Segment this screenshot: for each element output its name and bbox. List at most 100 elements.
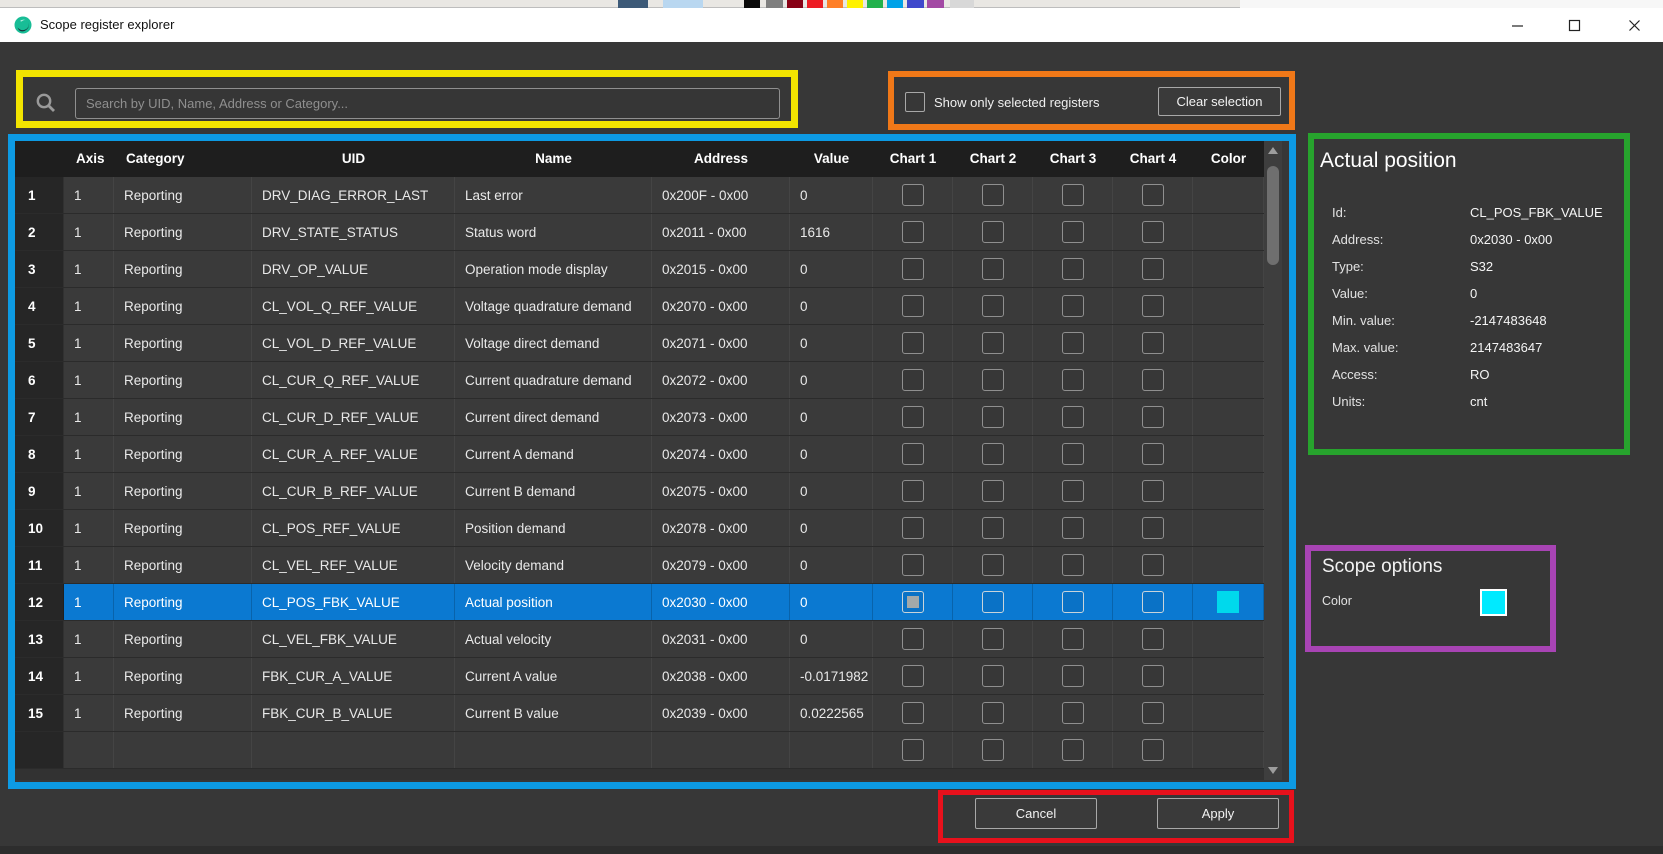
chart1-checkbox[interactable] bbox=[902, 443, 924, 465]
scroll-down-button[interactable] bbox=[1264, 762, 1282, 778]
chart3-checkbox[interactable] bbox=[1062, 554, 1084, 576]
chart2-checkbox[interactable] bbox=[982, 406, 1004, 428]
chart2-checkbox[interactable] bbox=[982, 295, 1004, 317]
chart2-checkbox[interactable] bbox=[982, 480, 1004, 502]
chart1-checkbox[interactable] bbox=[902, 406, 924, 428]
table-row[interactable]: 61ReportingCL_CUR_Q_REF_VALUECurrent qua… bbox=[14, 362, 1264, 399]
chart2-cell bbox=[953, 436, 1033, 472]
scrollbar-thumb[interactable] bbox=[1267, 166, 1279, 265]
chart3-checkbox[interactable] bbox=[1062, 480, 1084, 502]
table-row[interactable]: 81ReportingCL_CUR_A_REF_VALUECurrent A d… bbox=[14, 436, 1264, 473]
row-color-swatch[interactable] bbox=[1217, 591, 1239, 613]
chart3-checkbox[interactable] bbox=[1062, 406, 1084, 428]
chart3-checkbox[interactable] bbox=[1062, 369, 1084, 391]
minimize-button[interactable] bbox=[1497, 8, 1537, 42]
row-number-cell: 3 bbox=[14, 251, 64, 287]
chart3-checkbox[interactable] bbox=[1062, 295, 1084, 317]
table-row[interactable]: 41ReportingCL_VOL_Q_REF_VALUEVoltage qua… bbox=[14, 288, 1264, 325]
chart4-checkbox[interactable] bbox=[1142, 628, 1164, 650]
details-field-value: 2147483647 bbox=[1470, 340, 1620, 355]
table-row[interactable]: 21ReportingDRV_STATE_STATUSStatus word0x… bbox=[14, 214, 1264, 251]
chart3-checkbox[interactable] bbox=[1062, 332, 1084, 354]
chart2-checkbox[interactable] bbox=[982, 443, 1004, 465]
chart1-checkbox[interactable] bbox=[902, 591, 924, 613]
table-row[interactable]: 121ReportingCL_POS_FBK_VALUEActual posit… bbox=[14, 584, 1264, 621]
table-row[interactable]: 31ReportingDRV_OP_VALUEOperation mode di… bbox=[14, 251, 1264, 288]
chart4-checkbox[interactable] bbox=[1142, 665, 1164, 687]
chart1-checkbox[interactable] bbox=[902, 702, 924, 724]
chart3-checkbox[interactable] bbox=[1062, 665, 1084, 687]
table-row[interactable]: 101ReportingCL_POS_REF_VALUEPosition dem… bbox=[14, 510, 1264, 547]
chart2-checkbox[interactable] bbox=[982, 702, 1004, 724]
chart1-checkbox[interactable] bbox=[902, 517, 924, 539]
chart4-checkbox[interactable] bbox=[1142, 221, 1164, 243]
clear-selection-button[interactable]: Clear selection bbox=[1158, 87, 1281, 116]
chart1-checkbox[interactable] bbox=[902, 369, 924, 391]
chart4-checkbox[interactable] bbox=[1142, 591, 1164, 613]
chart1-checkbox[interactable] bbox=[902, 554, 924, 576]
chart4-checkbox[interactable] bbox=[1142, 517, 1164, 539]
show-only-selected-checkbox[interactable] bbox=[905, 92, 925, 112]
cancel-button[interactable]: Cancel bbox=[975, 798, 1097, 829]
chart4-checkbox[interactable] bbox=[1142, 554, 1164, 576]
chart4-checkbox[interactable] bbox=[1142, 369, 1164, 391]
chart1-checkbox[interactable] bbox=[902, 221, 924, 243]
chart2-checkbox[interactable] bbox=[982, 591, 1004, 613]
chart2-checkbox[interactable] bbox=[982, 221, 1004, 243]
chart3-checkbox[interactable] bbox=[1062, 702, 1084, 724]
scope-color-swatch[interactable] bbox=[1480, 589, 1507, 616]
category-cell: Reporting bbox=[114, 214, 252, 250]
table-row[interactable]: 91ReportingCL_CUR_B_REF_VALUECurrent B d… bbox=[14, 473, 1264, 510]
table-row[interactable]: 111ReportingCL_VEL_REF_VALUEVelocity dem… bbox=[14, 547, 1264, 584]
chart2-checkbox[interactable] bbox=[982, 554, 1004, 576]
chart4-checkbox[interactable] bbox=[1142, 443, 1164, 465]
chart4-checkbox[interactable] bbox=[1142, 702, 1164, 724]
table-row[interactable]: 51ReportingCL_VOL_D_REF_VALUEVoltage dir… bbox=[14, 325, 1264, 362]
chart4-checkbox[interactable] bbox=[1142, 480, 1164, 502]
chart1-checkbox[interactable] bbox=[902, 480, 924, 502]
chart1-checkbox[interactable] bbox=[902, 665, 924, 687]
chart1-checkbox[interactable] bbox=[902, 295, 924, 317]
table-row-partial[interactable] bbox=[14, 732, 1264, 769]
chart3-checkbox[interactable] bbox=[1062, 739, 1084, 761]
chart1-checkbox[interactable] bbox=[902, 258, 924, 280]
chart2-checkbox[interactable] bbox=[982, 739, 1004, 761]
chart4-checkbox[interactable] bbox=[1142, 295, 1164, 317]
close-button[interactable] bbox=[1614, 8, 1654, 42]
chart2-checkbox[interactable] bbox=[982, 628, 1004, 650]
scroll-up-button[interactable] bbox=[1264, 142, 1282, 158]
chart1-checkbox[interactable] bbox=[902, 332, 924, 354]
chart3-checkbox[interactable] bbox=[1062, 517, 1084, 539]
chart2-checkbox[interactable] bbox=[982, 369, 1004, 391]
chart2-checkbox[interactable] bbox=[982, 665, 1004, 687]
chart4-checkbox[interactable] bbox=[1142, 184, 1164, 206]
table-row[interactable]: 151ReportingFBK_CUR_B_VALUECurrent B val… bbox=[14, 695, 1264, 732]
chart3-checkbox[interactable] bbox=[1062, 628, 1084, 650]
table-row[interactable]: 141ReportingFBK_CUR_A_VALUECurrent A val… bbox=[14, 658, 1264, 695]
maximize-button[interactable] bbox=[1554, 8, 1594, 42]
chart3-checkbox[interactable] bbox=[1062, 221, 1084, 243]
chart3-checkbox[interactable] bbox=[1062, 184, 1084, 206]
table-row[interactable]: 131ReportingCL_VEL_FBK_VALUEActual veloc… bbox=[14, 621, 1264, 658]
chart2-checkbox[interactable] bbox=[982, 517, 1004, 539]
chart3-checkbox[interactable] bbox=[1062, 591, 1084, 613]
chart3-checkbox[interactable] bbox=[1062, 443, 1084, 465]
chart4-checkbox[interactable] bbox=[1142, 258, 1164, 280]
chart1-checkbox[interactable] bbox=[902, 628, 924, 650]
details-field-value: 0x2030 - 0x00 bbox=[1470, 232, 1620, 247]
chart2-checkbox[interactable] bbox=[982, 184, 1004, 206]
apply-button[interactable]: Apply bbox=[1157, 798, 1279, 829]
chart4-checkbox[interactable] bbox=[1142, 739, 1164, 761]
chart2-checkbox[interactable] bbox=[982, 332, 1004, 354]
chart2-checkbox[interactable] bbox=[982, 258, 1004, 280]
chart1-checkbox[interactable] bbox=[902, 184, 924, 206]
table-scrollbar[interactable] bbox=[1264, 140, 1282, 780]
table-row[interactable]: 11ReportingDRV_DIAG_ERROR_LASTLast error… bbox=[14, 177, 1264, 214]
table-row[interactable]: 71ReportingCL_CUR_D_REF_VALUECurrent dir… bbox=[14, 399, 1264, 436]
chart3-checkbox[interactable] bbox=[1062, 258, 1084, 280]
chart4-checkbox[interactable] bbox=[1142, 406, 1164, 428]
chart4-checkbox[interactable] bbox=[1142, 332, 1164, 354]
search-input[interactable] bbox=[75, 88, 780, 119]
column-header-chart-3: Chart 3 bbox=[1033, 140, 1113, 177]
chart1-checkbox[interactable] bbox=[902, 739, 924, 761]
